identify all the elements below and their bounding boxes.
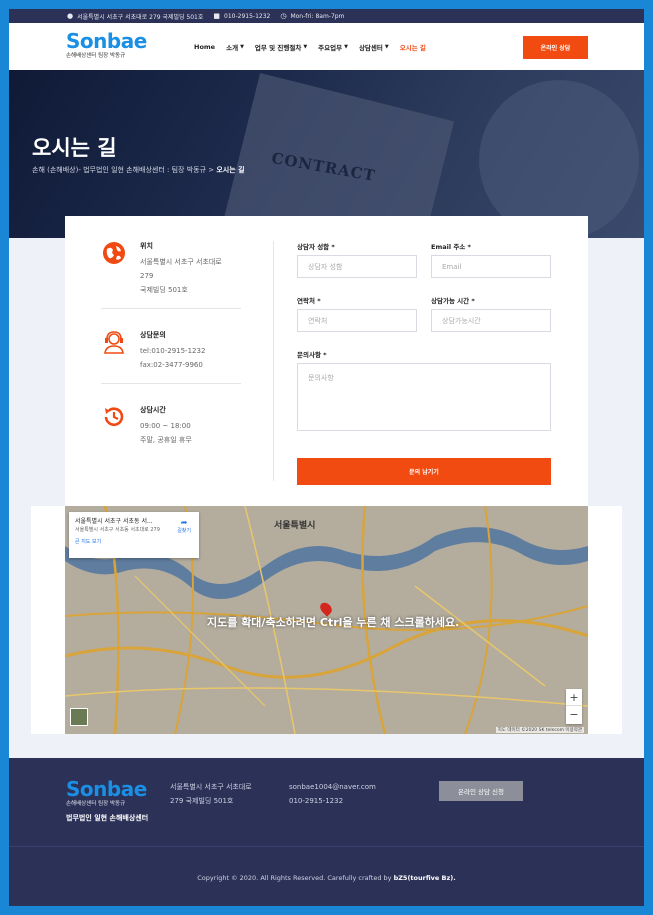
top-info-bar: ● 서울특별시 서초구 서초대로 279 국제빌딩 501호 ■ 010-291… bbox=[9, 9, 644, 23]
main-nav: Home 소개 ▼ 업무 및 진행절차 ▼ 주요업무 ▼ 상담센터 ▼ 오시는 길 bbox=[194, 42, 426, 52]
map-section: 서울특별시 서울특별시 서초구 서초동 서... 서울특별시 서초구 서초동 서… bbox=[31, 506, 622, 734]
email-field[interactable]: Email bbox=[431, 255, 551, 278]
site-logo[interactable]: Sonbae 손해배상센터 팀장 박동규 bbox=[66, 31, 147, 59]
clock-icon bbox=[102, 405, 126, 429]
footer-phone[interactable]: 010-2915-1232 bbox=[289, 794, 376, 808]
submit-button[interactable]: 문의 남기기 bbox=[297, 458, 551, 485]
message-textarea[interactable]: 문의사항 bbox=[297, 363, 551, 431]
map-attribution[interactable]: 지도 데이터 ©2020 SK telecom 이용약관 bbox=[495, 727, 584, 733]
zoom-out-button[interactable]: − bbox=[566, 706, 582, 723]
map-satellite-toggle[interactable] bbox=[70, 708, 88, 726]
phone-label: 연락처 * bbox=[297, 297, 321, 305]
directions-icon: ➦ bbox=[180, 518, 188, 527]
footer-contact: sonbae1004@naver.com 010-2915-1232 bbox=[289, 780, 376, 808]
site-footer: Sonbae 손해배상센터 팀장 박동규 법무법인 일현 손해배상센터 서울특별… bbox=[9, 758, 644, 906]
hero-document-image bbox=[223, 73, 455, 238]
copyright: Copyright © 2020. All Rights Reserved. C… bbox=[197, 874, 456, 882]
name-label: 상담자 성함 * bbox=[297, 243, 335, 251]
larger-map-link[interactable]: 큰 지도 보기 bbox=[75, 538, 193, 545]
clock-small-icon: ◷ bbox=[280, 12, 287, 20]
time-field[interactable]: 상담가능시간 bbox=[431, 309, 551, 332]
credit-link[interactable]: bZ5(tourfive Bz). bbox=[394, 874, 456, 882]
topbar-hours: ◷ Mon-fri: 8am-7pm bbox=[280, 12, 345, 20]
nav-about[interactable]: 소개 ▼ bbox=[226, 42, 244, 52]
info-location: 위치 서울특별시 서초구 서초대로 279 국제빌딩 501호 bbox=[102, 241, 222, 297]
topbar-address: ● 서울특별시 서초구 서초대로 279 국제빌딩 501호 bbox=[67, 12, 204, 21]
breadcrumb-path[interactable]: 손해 (손해배상)- 법무법인 일현 손해배상센터 : 팀장 박동규 > bbox=[32, 166, 216, 174]
nav-services[interactable]: 주요업무 ▼ bbox=[318, 42, 348, 52]
info-divider bbox=[101, 308, 241, 309]
nav-consult[interactable]: 상담센터 ▼ bbox=[359, 42, 389, 52]
time-label: 상담가능 시간 * bbox=[431, 297, 475, 305]
chevron-down-icon: ▼ bbox=[303, 44, 308, 50]
card-divider bbox=[273, 241, 274, 481]
footer-logo[interactable]: Sonbae 손해배상센터 팀장 박동규 bbox=[66, 779, 147, 807]
map-canvas[interactable]: 서울특별시 서울특별시 서초구 서초동 서... 서울특별시 서초구 서초동 서… bbox=[65, 506, 588, 734]
phone-field[interactable]: 연락처 bbox=[297, 309, 417, 332]
map-city-label: 서울특별시 bbox=[274, 521, 316, 531]
chevron-down-icon: ▼ bbox=[344, 44, 348, 50]
site-header: Sonbae 손해배상센터 팀장 박동규 Home 소개 ▼ 업무 및 진행절차 ▼… bbox=[9, 23, 644, 70]
map-scroll-hint: 지도를 확대/축소하려면 Ctrl을 누른 채 스크롤하세요. bbox=[207, 616, 460, 629]
footer-consult-button[interactable]: 온라인 상담 신청 bbox=[439, 781, 523, 801]
message-label: 문의사항 * bbox=[297, 351, 327, 359]
globe-icon bbox=[102, 241, 126, 265]
footer-firm-name: 법무법인 일현 손해배상센터 bbox=[66, 813, 149, 822]
map-place-address: 서울특별시 서초구 서초동 서초대로 279 bbox=[75, 527, 160, 533]
footer-divider bbox=[9, 846, 644, 847]
nav-directions[interactable]: 오시는 길 bbox=[400, 42, 426, 52]
info-divider bbox=[101, 383, 241, 384]
nav-home[interactable]: Home bbox=[194, 42, 215, 52]
chevron-down-icon: ▼ bbox=[240, 44, 244, 50]
chevron-down-icon: ▼ bbox=[384, 44, 389, 50]
online-consult-button[interactable]: 온라인 상담 bbox=[523, 36, 588, 59]
location-pin-icon: ● bbox=[67, 12, 74, 20]
breadcrumb-current: 오시는 길 bbox=[216, 166, 245, 174]
nav-process[interactable]: 업무 및 진행절차 ▼ bbox=[255, 42, 307, 52]
phone-icon: ■ bbox=[213, 12, 221, 20]
page-title: 오시는 길 bbox=[32, 136, 117, 160]
map-place-title: 서울특별시 서초구 서초동 서... bbox=[75, 518, 153, 525]
footer-address: 서울특별시 서초구 서초대로 279 국제빌딩 501호 bbox=[170, 783, 252, 805]
topbar-phone: ■ 010-2915-1232 bbox=[213, 12, 271, 20]
footer-email[interactable]: sonbae1004@naver.com bbox=[289, 780, 376, 794]
consultant-icon bbox=[102, 330, 126, 354]
contact-card: 위치 서울특별시 서초구 서초대로 279 국제빌딩 501호 상담문의 tel… bbox=[65, 216, 588, 506]
hero-banner: CONTRACT 오시는 길 손해 (손해배상)- 법무법인 일현 손해배상센터… bbox=[9, 70, 644, 238]
map-zoom-control: + − bbox=[566, 689, 582, 724]
breadcrumb: 손해 (손해배상)- 법무법인 일현 손해배상센터 : 팀장 박동규 > 오시는… bbox=[32, 165, 245, 175]
hero-background-shape bbox=[479, 80, 639, 238]
info-hours: 상담시간 09:00 ~ 18:00 주말, 공휴일 휴무 bbox=[102, 405, 192, 447]
email-label: Email 주소 * bbox=[431, 243, 471, 251]
info-contact: 상담문의 tel:010-2915-1232 fax:02-3477-9960 bbox=[102, 330, 205, 372]
page-frame: ● 서울특별시 서초구 서초대로 279 국제빌딩 501호 ■ 010-291… bbox=[9, 9, 644, 906]
name-field[interactable]: 상담자 성함 bbox=[297, 255, 417, 278]
zoom-in-button[interactable]: + bbox=[566, 689, 582, 706]
map-place-card: 서울특별시 서초구 서초동 서... 서울특별시 서초구 서초동 서초대로 27… bbox=[69, 512, 199, 558]
directions-button[interactable]: ➦ 길찾기 bbox=[177, 518, 191, 534]
